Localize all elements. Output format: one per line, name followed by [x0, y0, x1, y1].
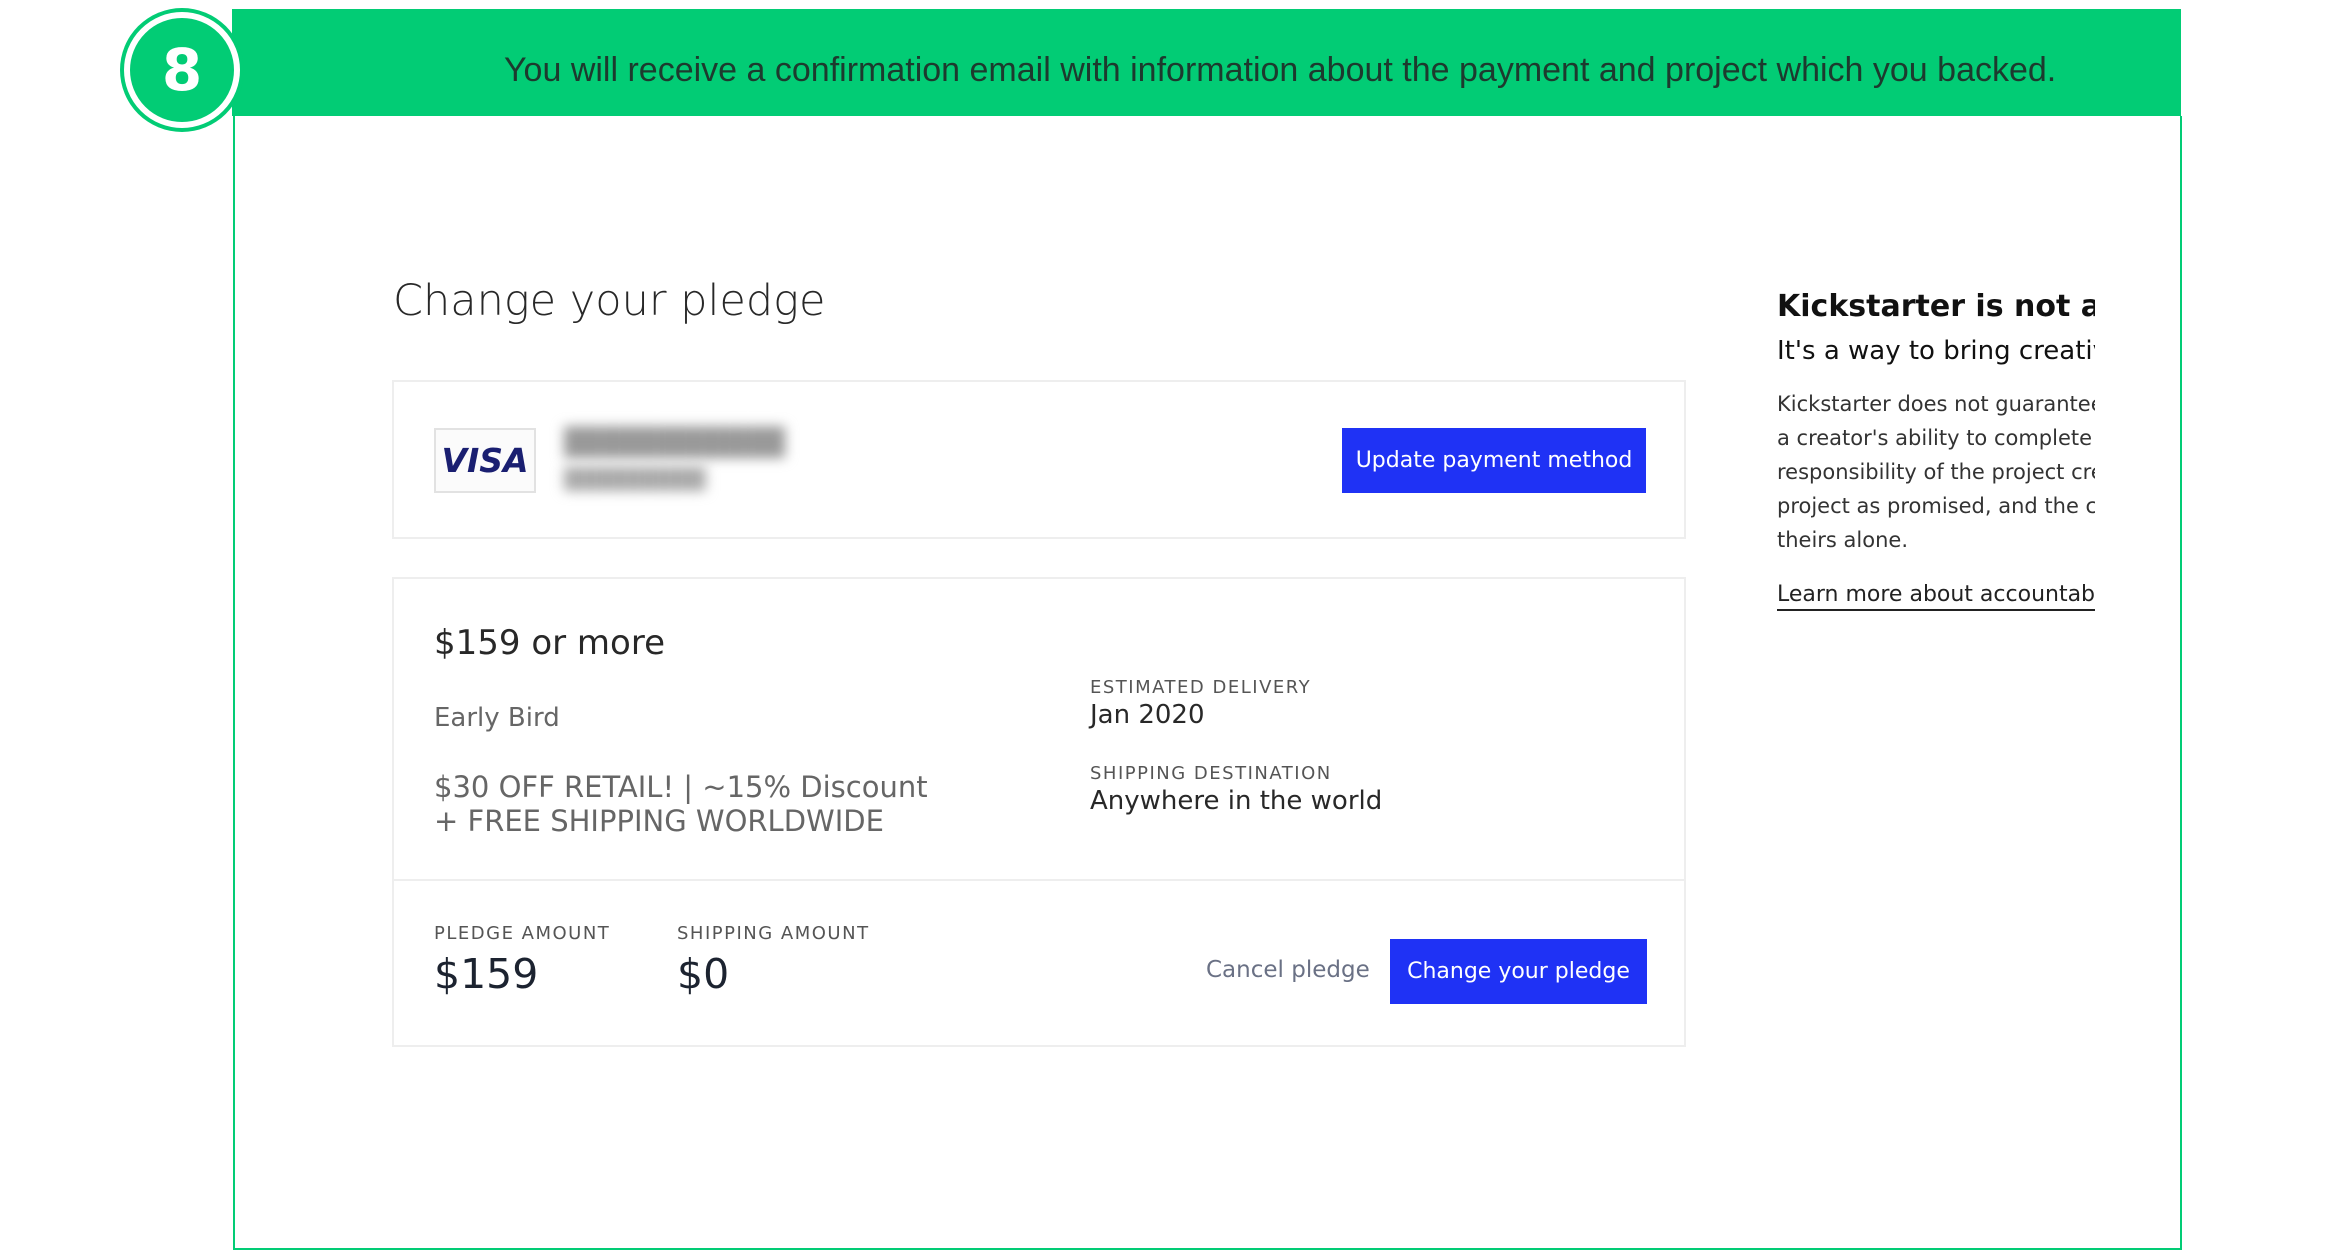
sidebar-body-line: responsibility of the project cre	[1777, 460, 2095, 484]
divider	[394, 879, 1684, 881]
shipping-amount-label: SHIPPING AMOUNT	[677, 923, 870, 944]
sidebar-body-line: project as promised, and the cl	[1777, 494, 2095, 518]
reward-card: $159 or more Early Bird $30 OFF RETAIL! …	[392, 577, 1686, 1047]
reward-description: $30 OFF RETAIL! | ~15% Discount + FREE S…	[434, 770, 928, 838]
learn-more-accountability-link[interactable]: Learn more about accountabili	[1777, 582, 2095, 611]
sidebar-subtitle: It's a way to bring creative	[1777, 336, 2095, 366]
sidebar-body-line: theirs alone.	[1777, 528, 1909, 552]
accountability-sidebar: Kickstarter is not a stor It's a way to …	[1777, 285, 2095, 625]
step-number-badge: 8	[124, 12, 240, 128]
cancel-pledge-link[interactable]: Cancel pledge	[1206, 957, 1370, 983]
shipping-destination-label: SHIPPING DESTINATION	[1090, 763, 1332, 784]
sidebar-body-line: Kickstarter does not guarantee	[1777, 392, 2095, 416]
reward-amount: $159 or more	[434, 623, 665, 663]
sidebar-title: Kickstarter is not a stor	[1777, 289, 2095, 324]
shipping-amount-value: $0	[677, 950, 730, 998]
reward-name: Early Bird	[434, 703, 560, 733]
estimated-delivery-value: Jan 2020	[1090, 700, 1205, 730]
visa-card-icon: VISA	[434, 428, 536, 493]
sidebar-body: Kickstarter does not guarantee a creator…	[1777, 387, 2095, 557]
update-payment-method-button[interactable]: Update payment method	[1342, 428, 1646, 493]
shipping-destination-value: Anywhere in the world	[1090, 786, 1383, 816]
card-expiry-redacted: ██████████	[564, 468, 706, 490]
sidebar-body-line: a creator's ability to complete t	[1777, 426, 2095, 450]
reward-description-line: + FREE SHIPPING WORLDWIDE	[434, 804, 884, 838]
pledge-amount-value: $159	[434, 950, 539, 998]
reward-description-line: $30 OFF RETAIL! | ~15% Discount	[434, 770, 928, 804]
estimated-delivery-label: ESTIMATED DELIVERY	[1090, 677, 1312, 698]
change-pledge-button[interactable]: Change your pledge	[1390, 939, 1647, 1004]
step-banner: You will receive a confirmation email wi…	[232, 9, 2181, 116]
card-number-redacted: ████████████	[564, 426, 786, 456]
step-instruction: You will receive a confirmation email wi…	[504, 51, 2057, 89]
page-title: Change your pledge	[393, 276, 826, 326]
pledge-amount-label: PLEDGE AMOUNT	[434, 923, 611, 944]
payment-method-card: VISA ████████████ ██████████ Update paym…	[392, 380, 1686, 539]
